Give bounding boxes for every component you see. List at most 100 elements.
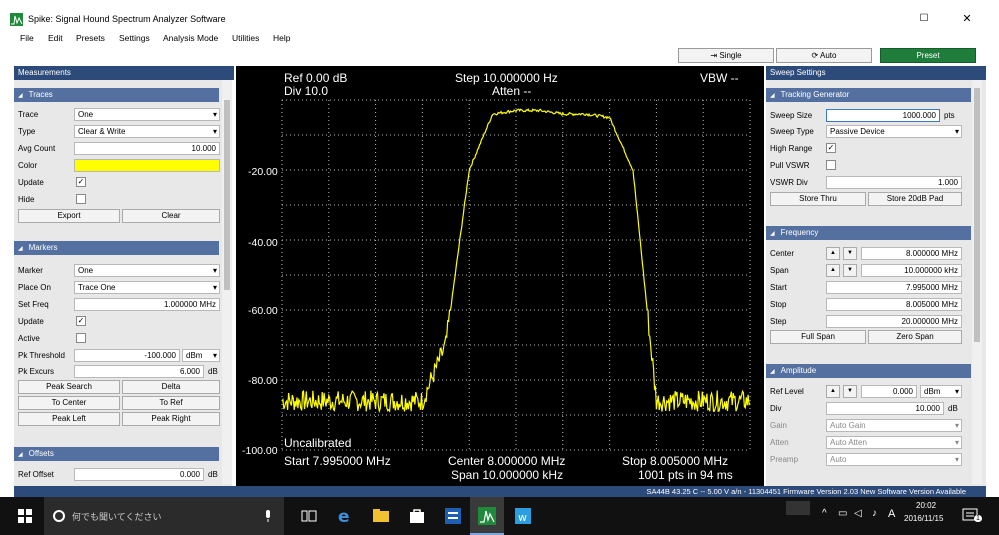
ref-down-arrow-icon[interactable]: ▼	[843, 385, 857, 398]
ref-up-arrow-icon[interactable]: ▲	[826, 385, 840, 398]
active-label: Active	[18, 334, 40, 343]
span-up-arrow-icon[interactable]: ▲	[826, 264, 840, 277]
delta-button[interactable]: Delta	[122, 380, 220, 394]
measurements-panel: Measurements ◢ Traces Trace One Type Clea…	[14, 66, 234, 486]
section-amplitude[interactable]: ◢ Amplitude	[766, 364, 971, 378]
ref-level-input[interactable]: 0.000	[861, 385, 917, 398]
trace-select[interactable]: One	[74, 108, 220, 121]
network-icon[interactable]: ▭	[838, 508, 847, 519]
peak-left-button[interactable]: Peak Left	[18, 412, 120, 426]
volume-icon[interactable]: ♪	[872, 508, 877, 519]
store-20db-pad-button[interactable]: Store 20dB Pad	[868, 192, 962, 206]
speaker-icon[interactable]: ◁	[854, 508, 862, 519]
app-blue-icon[interactable]	[444, 507, 462, 525]
preset-button[interactable]: Preset	[880, 48, 976, 63]
tray-chevron-icon[interactable]: ^	[822, 508, 827, 519]
close-button[interactable]: ✕	[955, 10, 979, 28]
span-input[interactable]: 10.000000 kHz	[861, 264, 962, 277]
zero-span-button[interactable]: Zero Span	[868, 330, 962, 344]
span-down-arrow-icon[interactable]: ▼	[843, 264, 857, 277]
ref-offset-input[interactable]: 0.000	[74, 468, 204, 481]
menu-analysis-mode[interactable]: Analysis Mode	[163, 33, 218, 43]
ref-level-unit-select[interactable]: dBm	[920, 385, 962, 398]
single-sweep-button[interactable]: ⇥ Single	[678, 48, 774, 63]
trace-color-swatch[interactable]	[74, 159, 220, 172]
to-ref-button[interactable]: To Ref	[122, 396, 220, 410]
trace-type-select[interactable]: Clear & Write	[74, 125, 220, 138]
menu-file[interactable]: File	[20, 33, 34, 43]
high-range-checkbox[interactable]: ✓	[826, 143, 836, 153]
export-button[interactable]: Export	[18, 209, 120, 223]
marker-update-checkbox[interactable]: ✓	[76, 316, 86, 326]
pull-vswr-checkbox[interactable]	[826, 160, 836, 170]
menu-settings[interactable]: Settings	[119, 33, 150, 43]
section-offsets[interactable]: ◢ Offsets	[14, 447, 219, 461]
clock-time[interactable]: 20:02	[916, 501, 936, 510]
notification-badge: 1	[974, 515, 982, 522]
spectrum-plot[interactable]: Ref 0.00 dB Div 10.0 Step 10.000000 Hz A…	[236, 66, 764, 486]
ime-indicator[interactable]: A	[888, 508, 895, 520]
pk-excurs-input[interactable]: 6.000	[74, 365, 204, 378]
section-tracking-generator[interactable]: ◢ Tracking Generator	[766, 88, 971, 102]
y-tick-label: -60.00	[248, 305, 278, 317]
sweep-type-select[interactable]: Passive Device	[826, 125, 962, 138]
left-panel-scrollbar[interactable]	[222, 80, 232, 484]
status-bar: SA44B 43.25 C -- 5.00 V a/n - 11304451 F…	[14, 486, 986, 497]
preamp-select[interactable]: Auto	[826, 453, 962, 466]
center-up-arrow-icon[interactable]: ▲	[826, 247, 840, 260]
title-bar: Spike: Signal Hound Spectrum Analyzer So…	[0, 0, 999, 30]
full-span-button[interactable]: Full Span	[770, 330, 866, 344]
menu-presets[interactable]: Presets	[76, 33, 105, 43]
spectrum-plot-svg	[281, 99, 751, 451]
clock-date[interactable]: 2016/11/15	[904, 514, 943, 523]
menu-utilities[interactable]: Utilities	[232, 33, 259, 43]
gain-select[interactable]: Auto Gain	[826, 419, 962, 432]
set-freq-input[interactable]: 1.000000 MHz	[74, 298, 220, 311]
scroll-thumb[interactable]	[974, 88, 980, 342]
update-checkbox[interactable]: ✓	[76, 177, 86, 187]
center-freq-input[interactable]: 8.000000 MHz	[861, 247, 962, 260]
to-center-button[interactable]: To Center	[18, 396, 120, 410]
windows-start-icon[interactable]	[16, 507, 34, 525]
step-input[interactable]: 20.000000 MHz	[826, 315, 962, 328]
edge-browser-icon[interactable]: e	[336, 507, 354, 525]
section-frequency[interactable]: ◢ Frequency	[766, 226, 971, 240]
maximize-button[interactable]: ☐	[912, 10, 936, 28]
section-traces[interactable]: ◢ Traces	[14, 88, 219, 102]
right-panel-scrollbar[interactable]	[972, 80, 982, 484]
place-on-select[interactable]: Trace One	[74, 281, 220, 294]
auto-sweep-button[interactable]: ⟳ Auto	[776, 48, 872, 63]
div-input[interactable]: 10.000	[826, 402, 944, 415]
active-checkbox[interactable]	[76, 333, 86, 343]
scroll-thumb[interactable]	[224, 100, 230, 290]
sweep-size-input[interactable]: 1000.000	[826, 109, 940, 122]
center-label: Center	[770, 249, 795, 258]
menu-edit[interactable]: Edit	[48, 33, 63, 43]
section-title: Traces	[28, 90, 53, 99]
stop-freq-input[interactable]: 8.005000 MHz	[826, 298, 962, 311]
spike-taskbar-button[interactable]	[470, 497, 504, 535]
center-down-arrow-icon[interactable]: ▼	[843, 247, 857, 260]
avg-count-input[interactable]: 10.000	[74, 142, 220, 155]
step-label: Step	[770, 317, 787, 326]
peak-search-button[interactable]: Peak Search	[18, 380, 120, 394]
search-box[interactable]: 何でも聞いてください	[44, 497, 284, 535]
marker-select[interactable]: One	[74, 264, 220, 277]
task-view-icon[interactable]	[300, 507, 318, 525]
store-thru-button[interactable]: Store Thru	[770, 192, 866, 206]
vswr-div-input[interactable]: 1.000	[826, 176, 962, 189]
atten-select[interactable]: Auto Atten	[826, 436, 962, 449]
menu-help[interactable]: Help	[273, 33, 290, 43]
app-lightblue-icon[interactable]: w	[514, 507, 532, 525]
pk-threshold-input[interactable]: -100.000	[74, 349, 180, 362]
start-freq-input[interactable]: 7.995000 MHz	[826, 281, 962, 294]
pk-threshold-unit-select[interactable]: dBm	[182, 349, 220, 362]
tray-thumbnail[interactable]	[786, 501, 810, 515]
store-icon[interactable]	[408, 507, 426, 525]
peak-right-button[interactable]: Peak Right	[122, 412, 220, 426]
section-markers[interactable]: ◢ Markers	[14, 241, 219, 255]
start-freq-readout: Start 7.995000 MHz	[284, 454, 391, 468]
file-explorer-icon[interactable]	[372, 507, 390, 525]
hide-checkbox[interactable]	[76, 194, 86, 204]
clear-button[interactable]: Clear	[122, 209, 220, 223]
